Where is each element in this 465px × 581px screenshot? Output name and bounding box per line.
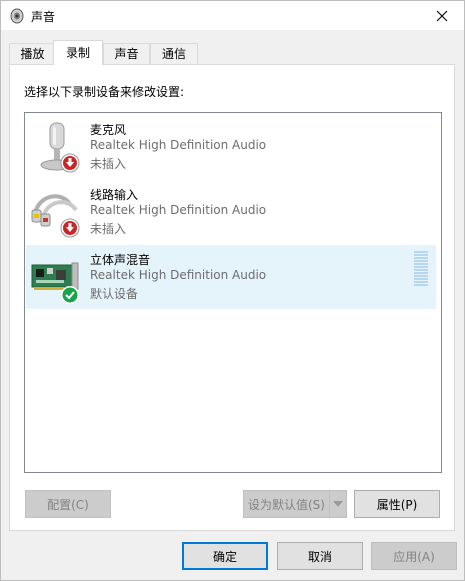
speaker-icon xyxy=(10,8,24,24)
apply-button[interactable]: 应用(A) xyxy=(371,542,457,570)
microphone-icon xyxy=(40,122,80,173)
list-item-microphone[interactable]: 麦克风 Realtek High Definition Audio 未插入 xyxy=(26,115,436,179)
device-driver: Realtek High Definition Audio xyxy=(90,268,267,282)
properties-button[interactable]: 属性(P) xyxy=(354,490,440,518)
device-name: 立体声混音 xyxy=(90,253,151,267)
tab-recording[interactable]: 录制 xyxy=(53,40,103,65)
recording-panel: 选择以下录制设备来修改设置: 麦克风 Realtek High Definiti… xyxy=(9,64,455,531)
tab-sounds[interactable]: 声音 xyxy=(103,43,150,65)
configure-button[interactable]: 配置(C) xyxy=(25,490,111,518)
tab-communications[interactable]: 通信 xyxy=(150,43,198,65)
device-status: 未插入 xyxy=(90,157,127,171)
list-item-line-in[interactable]: 线路输入 Realtek High Definition Audio 未插入 xyxy=(26,180,436,244)
line-in-cable-icon xyxy=(31,194,80,238)
cancel-button[interactable]: 取消 xyxy=(277,542,363,570)
unplugged-arrow-icon xyxy=(60,153,80,173)
tab-playback[interactable]: 播放 xyxy=(9,43,56,65)
title-bar: 声音 xyxy=(0,0,465,30)
default-check-icon xyxy=(61,286,79,304)
device-list[interactable]: 麦克风 Realtek High Definition Audio 未插入 线路… xyxy=(24,112,442,473)
device-status: 默认设备 xyxy=(90,287,139,301)
ok-button[interactable]: 确定 xyxy=(182,542,268,570)
device-status: 未插入 xyxy=(90,222,127,236)
device-name: 线路输入 xyxy=(90,188,139,202)
window-title: 声音 xyxy=(31,10,56,24)
unplugged-arrow-icon xyxy=(60,218,80,238)
chevron-down-icon xyxy=(333,501,343,507)
device-driver: Realtek High Definition Audio xyxy=(90,138,267,152)
list-item-stereo-mix[interactable]: 立体声混音 Realtek High Definition Audio 默认设备 xyxy=(26,245,436,309)
instruction-text: 选择以下录制设备来修改设置: xyxy=(24,85,185,99)
device-name: 麦克风 xyxy=(90,123,127,137)
close-icon xyxy=(436,10,448,22)
sound-card-icon xyxy=(31,262,79,304)
close-button[interactable] xyxy=(420,1,464,31)
level-meter xyxy=(414,251,428,289)
device-driver: Realtek High Definition Audio xyxy=(90,203,267,217)
set-default-button[interactable]: 设为默认值(S) xyxy=(243,490,330,518)
set-default-dropdown[interactable] xyxy=(329,490,347,518)
